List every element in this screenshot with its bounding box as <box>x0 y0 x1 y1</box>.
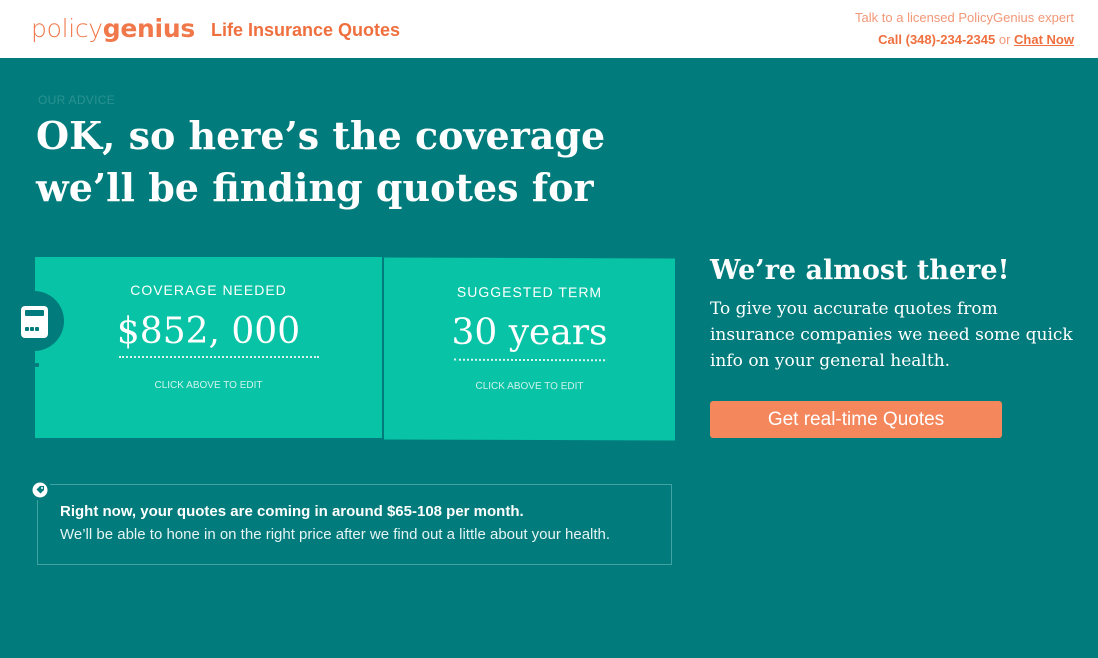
term-edit-hint: CLICK ABOVE TO EDIT <box>475 380 584 393</box>
price-tag-icon <box>30 480 50 500</box>
coverage-underline <box>119 356 319 358</box>
almost-there-description: To give you accurate quotes from insuran… <box>710 299 1073 371</box>
term-value[interactable]: 30 years <box>384 311 675 354</box>
or-text: or <box>998 32 1011 47</box>
coverage-card[interactable]: COVERAGE NEEDED $852, 000 CLICK ABOVE TO… <box>35 257 382 438</box>
chat-now-link[interactable]: Chat Now <box>1014 32 1074 47</box>
coverage-value[interactable]: $852, 000 <box>35 311 382 352</box>
term-card[interactable]: SUGGESTED TERM 30 years CLICK ABOVE TO E… <box>384 257 675 441</box>
policygenius-logo[interactable]: policygenius <box>31 14 195 43</box>
expert-tagline: Talk to a licensed PolicyGenius expert <box>855 10 1074 25</box>
page-headline: OK, so here’s the coverage we’ll be find… <box>36 113 606 210</box>
logo-text-policy: policy <box>31 14 103 43</box>
price-estimate-headline: Right now, your quotes are coming in aro… <box>60 503 524 520</box>
phone-number[interactable]: Call (348)-234-2345 <box>878 32 995 47</box>
coverage-edit-hint: CLICK ABOVE TO EDIT <box>154 380 263 391</box>
calculator-icon <box>21 306 48 367</box>
site-header: policygenius Life Insurance Quotes Talk … <box>0 0 1098 58</box>
advice-label: OUR ADVICE <box>38 93 116 107</box>
price-estimate-box: Right now, your quotes are coming in aro… <box>37 484 672 565</box>
term-label: SUGGESTED TERM <box>456 283 603 301</box>
price-estimate-subtext: We’ll be able to hone in on the right pr… <box>60 526 611 543</box>
calculator-badge <box>4 291 64 367</box>
logo-text-genius: genius <box>102 14 195 43</box>
term-underline <box>454 358 605 362</box>
get-quotes-button[interactable]: Get real-time Quotes <box>710 401 1002 438</box>
header-title: Life Insurance Quotes <box>211 20 401 40</box>
coverage-label: COVERAGE NEEDED <box>130 282 287 298</box>
almost-there-title: We’re almost there! <box>710 255 1010 286</box>
contact-line: Call (348)-234-2345 or Chat Now <box>878 32 1074 47</box>
